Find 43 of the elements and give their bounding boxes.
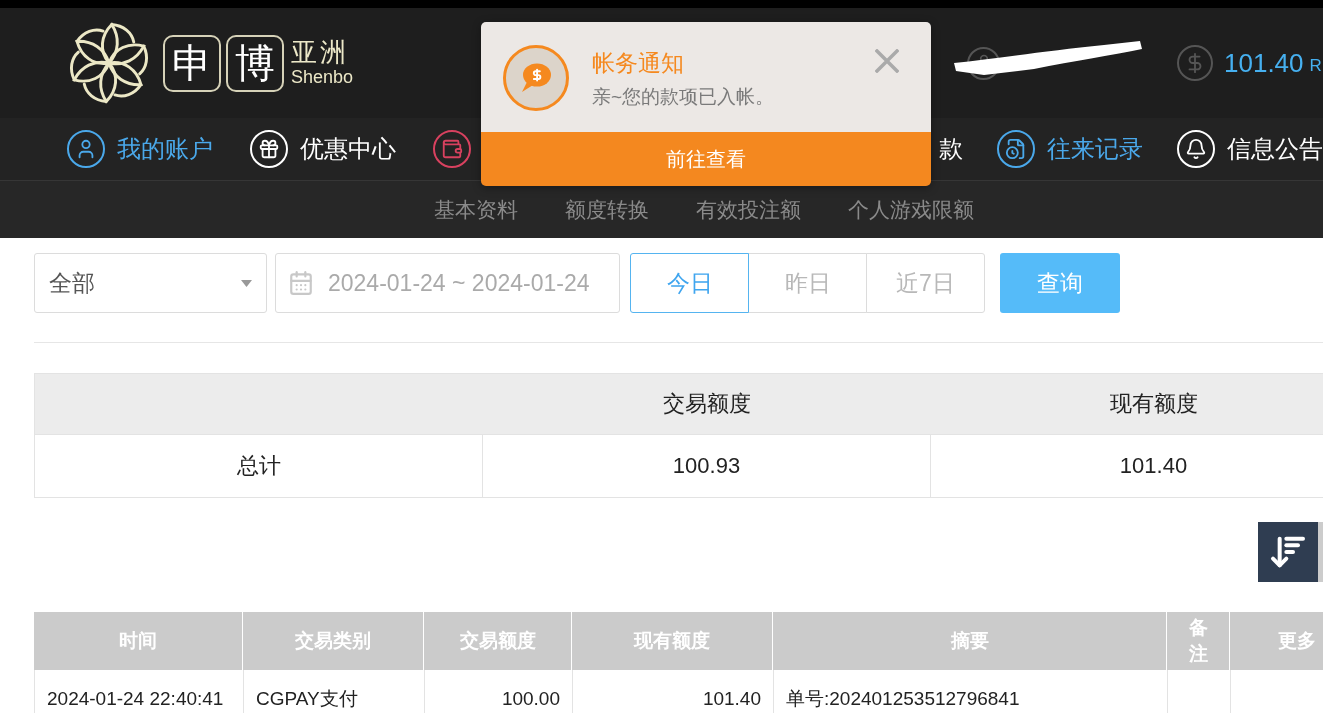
- gift-icon: [250, 130, 288, 168]
- subnav-link[interactable]: 有效投注额: [696, 195, 801, 224]
- table-cell: 总计: [35, 435, 483, 497]
- table-cell: 单号:202401253512796841: [774, 670, 1168, 713]
- table-cell: 101.40: [931, 435, 1323, 497]
- nav-link[interactable]: [433, 130, 471, 168]
- column-header: 交易额度: [662, 390, 752, 418]
- table-cell: 101.40: [573, 670, 774, 713]
- date-range-field[interactable]: 2024-01-24 ~ 2024-01-24: [275, 253, 620, 313]
- subnav-link[interactable]: 基本资料: [434, 195, 518, 224]
- nav-link[interactable]: 往来记录: [997, 130, 1143, 168]
- subnav-link[interactable]: 个人游戏限额: [848, 195, 974, 224]
- column-header: 现有额度: [1109, 390, 1199, 418]
- view-button[interactable]: 前往查看: [481, 132, 931, 186]
- wallet-icon: [433, 130, 471, 168]
- calendar-icon: [288, 270, 314, 296]
- nav-link[interactable]: 我的账户: [67, 130, 213, 168]
- logo-character: 博: [226, 34, 284, 92]
- logo-character: 申: [163, 34, 221, 92]
- notification-title: 帐务通知: [592, 49, 685, 78]
- nav-link[interactable]: 款: [939, 133, 963, 165]
- nav-link[interactable]: 信息公告: [1177, 130, 1323, 168]
- balance-amount: 101.40: [1224, 47, 1304, 79]
- currency-label: R: [1309, 56, 1322, 76]
- table-cell: 100.93: [483, 435, 931, 497]
- bell-icon: [1177, 130, 1215, 168]
- clock-document-icon: [997, 130, 1035, 168]
- dollar-icon: [1177, 45, 1213, 81]
- logo-name: 亚洲: [291, 37, 350, 67]
- close-icon: [875, 49, 899, 73]
- caret-icon: [241, 279, 252, 287]
- sort-button[interactable]: [1258, 522, 1318, 582]
- table-cell: 2024-01-24 22:40:41: [35, 670, 244, 713]
- notification-message: 亲~您的款项已入帐。: [592, 85, 775, 109]
- subnav-link[interactable]: 额度转换: [565, 195, 649, 224]
- user-icon: [67, 130, 105, 168]
- nav-link[interactable]: 优惠中心: [250, 130, 396, 168]
- chat-dollar-icon: [503, 45, 569, 111]
- table-cell: 100.00: [425, 670, 573, 713]
- logo-latin-name: Shenbo: [291, 66, 354, 89]
- table-cell: CGPAY支付: [244, 670, 425, 713]
- type-select[interactable]: 全部: [34, 253, 267, 313]
- date-range-tab[interactable]: 今日: [630, 253, 749, 313]
